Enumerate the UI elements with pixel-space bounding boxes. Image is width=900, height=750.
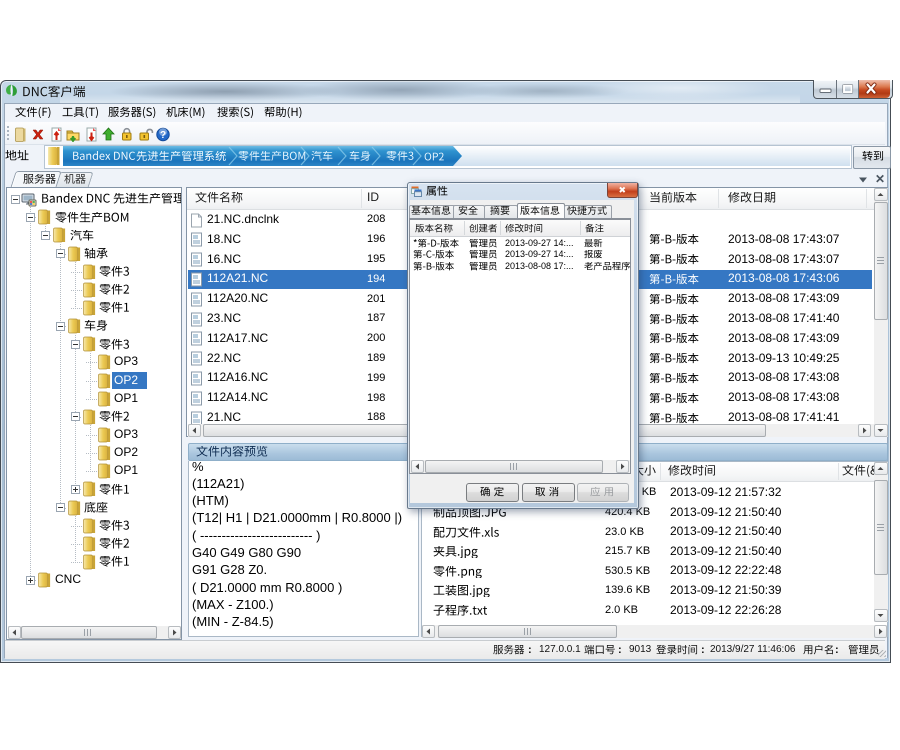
svg-text:?: ? [160, 130, 166, 141]
